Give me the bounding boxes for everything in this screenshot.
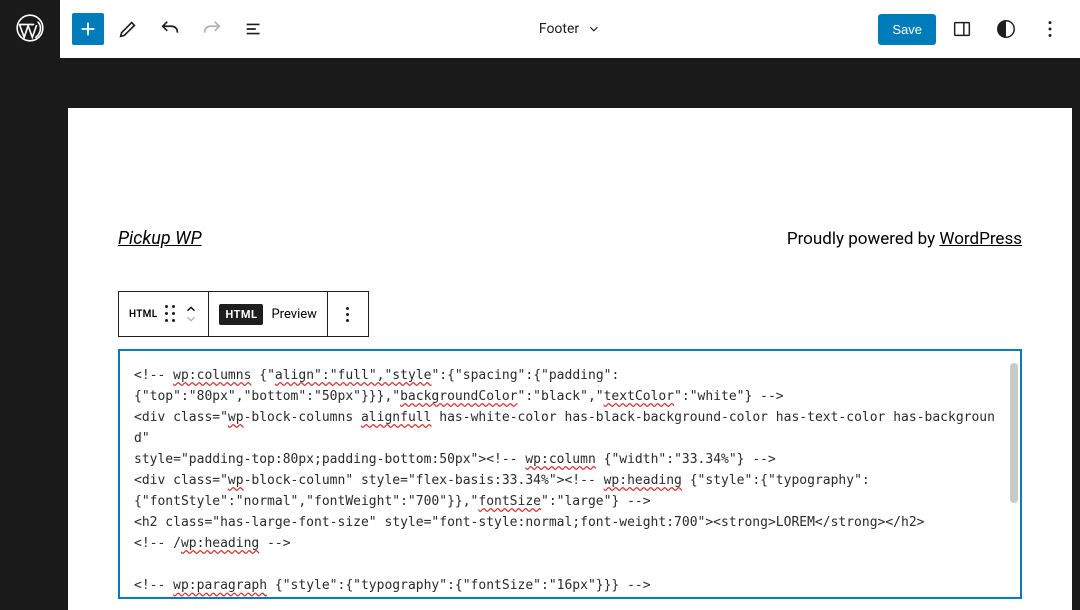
scrollbar-thumb[interactable] (1010, 363, 1018, 503)
block-toolbar: HTML HTML Preview (118, 291, 369, 337)
preview-mode-label[interactable]: Preview (271, 307, 316, 322)
site-title-link[interactable]: Pickup WP (118, 228, 202, 249)
editor-canvas: Pickup WP Proudly powered by WordPress H… (68, 108, 1072, 610)
edit-tool-button[interactable] (110, 11, 146, 47)
chevron-down-icon (587, 22, 601, 36)
html-code-editor[interactable]: <!-- wp:columns {"align":"full","style":… (118, 349, 1022, 599)
powered-by-text: Proudly powered by WordPress (787, 229, 1022, 249)
styles-button[interactable] (988, 11, 1024, 47)
add-block-button[interactable] (72, 13, 104, 45)
block-type-cell[interactable]: HTML (119, 292, 209, 336)
template-selector[interactable]: Footer (539, 21, 601, 37)
wordpress-logo[interactable] (12, 10, 48, 46)
sidebar-toggle-button[interactable] (944, 11, 980, 47)
drag-handle-icon[interactable] (165, 305, 176, 323)
undo-button[interactable] (152, 11, 188, 47)
template-title: Footer (539, 21, 579, 37)
html-mode-pill[interactable]: HTML (219, 304, 263, 325)
block-type-label: HTML (129, 309, 157, 320)
footer-preview: Pickup WP Proudly powered by WordPress (118, 228, 1022, 249)
html-preview-toggle[interactable]: HTML Preview (209, 292, 327, 336)
editor-toolbar: Footer Save (60, 0, 1080, 58)
more-vertical-icon (338, 307, 358, 322)
redo-button[interactable] (194, 11, 230, 47)
block-more-options[interactable] (328, 292, 368, 336)
save-button[interactable]: Save (878, 14, 936, 45)
move-down-icon[interactable] (184, 314, 198, 324)
block-mover[interactable] (184, 304, 198, 324)
move-up-icon[interactable] (184, 304, 198, 314)
more-options-button[interactable] (1032, 11, 1068, 47)
wordpress-link[interactable]: WordPress (939, 229, 1022, 249)
list-view-button[interactable] (236, 11, 272, 47)
